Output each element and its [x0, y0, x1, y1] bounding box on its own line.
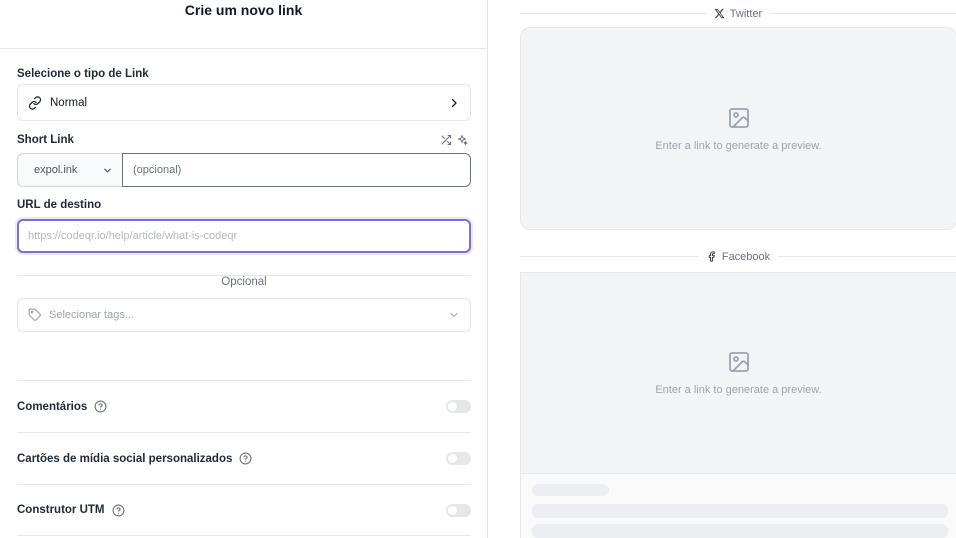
image-icon: [727, 106, 751, 130]
comments-toggle[interactable]: [446, 400, 471, 413]
chevron-right-icon: [448, 97, 460, 109]
destination-label: URL de destino: [17, 199, 102, 211]
slug-input[interactable]: [122, 153, 471, 187]
social-cards-toggle[interactable]: [446, 452, 471, 465]
twitter-section-header: Twitter: [520, 3, 956, 23]
short-link-tools: [440, 134, 468, 146]
facebook-logo-icon: [706, 251, 717, 262]
preview-panel: Twitter Enter a link to generate a previ…: [489, 0, 956, 538]
tags-select[interactable]: Selecionar tags...: [17, 298, 471, 332]
skeleton-line: [532, 484, 609, 496]
settings-row-comments: Comentários: [17, 380, 471, 432]
chevron-down-icon: [102, 165, 113, 176]
tags-placeholder: Selecionar tags...: [49, 309, 134, 321]
domain-value: expol.ink: [34, 164, 78, 176]
domain-select[interactable]: expol.ink: [17, 153, 123, 187]
short-link-label: Short Link: [17, 134, 74, 146]
chevron-down-icon: [448, 309, 460, 321]
link-type-selector[interactable]: Normal: [17, 84, 471, 121]
settings-row-label: Comentários: [17, 400, 88, 413]
create-link-panel: Crie um novo link Selecione o tipo de Li…: [0, 0, 488, 538]
tag-icon: [28, 308, 42, 322]
help-icon[interactable]: [112, 504, 125, 517]
optional-divider: Opcional: [0, 272, 488, 290]
twitter-label: Twitter: [729, 7, 763, 20]
panel-header: Crie um novo link: [0, 0, 487, 49]
sparkles-icon[interactable]: [456, 134, 468, 146]
facebook-preview-meta: [520, 474, 956, 538]
twitter-preview-card: Enter a link to generate a preview.: [520, 27, 956, 230]
settings-row-social-cards: Cartões de mídia social personalizados: [17, 432, 471, 484]
help-icon[interactable]: [94, 400, 107, 413]
skeleton-line: [532, 504, 948, 518]
optional-label: Opcional: [213, 276, 275, 288]
settings-row-label: Cartões de mídia social personalizados: [17, 452, 233, 465]
shuffle-icon[interactable]: [440, 134, 452, 146]
twitter-preview-placeholder: Enter a link to generate a preview.: [655, 139, 822, 152]
skeleton-line: [532, 524, 948, 538]
facebook-label: Facebook: [721, 250, 771, 263]
image-icon: [727, 350, 751, 374]
settings-row-utm: Construtor UTM: [17, 484, 471, 536]
facebook-preview-placeholder: Enter a link to generate a preview.: [655, 384, 822, 396]
help-icon[interactable]: [239, 452, 252, 465]
facebook-preview-card: Enter a link to generate a preview.: [520, 272, 956, 474]
settings-row-label: Construtor UTM: [17, 504, 105, 516]
x-logo-icon: [714, 8, 725, 19]
link-type-value: Normal: [50, 96, 88, 109]
link-type-label: Selecione o tipo de Link: [17, 68, 149, 80]
facebook-section-header: Facebook: [520, 246, 956, 266]
page-title: Crie um novo link: [184, 2, 303, 18]
link-icon: [28, 95, 42, 110]
utm-toggle[interactable]: [446, 503, 471, 517]
destination-url-input[interactable]: [17, 219, 471, 253]
